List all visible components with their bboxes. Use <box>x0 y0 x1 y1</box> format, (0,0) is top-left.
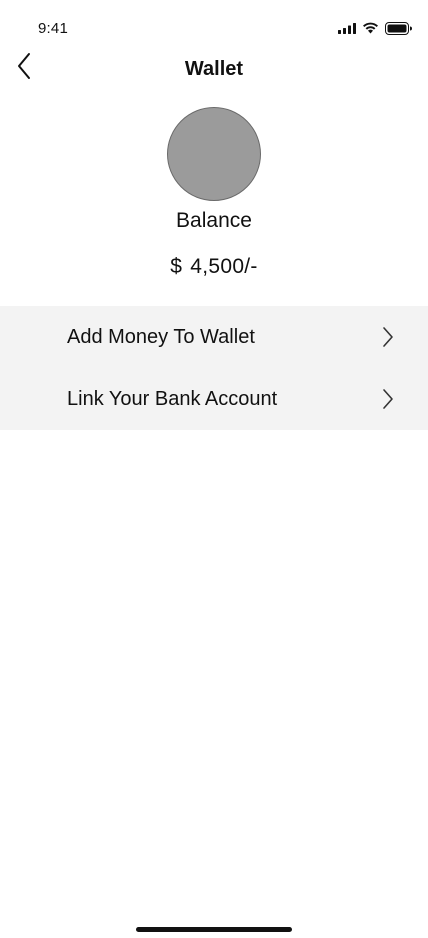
chevron-right-icon <box>380 387 396 411</box>
status-icons <box>338 20 412 36</box>
avatar <box>167 107 261 201</box>
link-bank-account-button[interactable]: Link Your Bank Account <box>0 368 428 430</box>
home-indicator[interactable] <box>136 927 292 932</box>
page-title: Wallet <box>184 58 244 80</box>
nav-bar: Wallet <box>0 50 428 90</box>
link-bank-account-label: Link Your Bank Account <box>67 387 278 410</box>
wifi-icon <box>362 22 379 34</box>
chevron-right-icon <box>380 325 396 349</box>
add-money-label: Add Money To Wallet <box>67 325 255 348</box>
add-money-button[interactable]: Add Money To Wallet <box>0 306 428 368</box>
balance-currency: $ <box>170 255 183 278</box>
battery-icon <box>385 21 412 35</box>
balance-amount: $4,500/- <box>0 255 428 279</box>
cellular-signal-icon <box>338 22 356 34</box>
balance-value: 4,500/- <box>190 255 258 278</box>
status-time: 9:41 <box>38 20 68 37</box>
balance-label: Balance <box>176 209 252 232</box>
wallet-options-list: Add Money To Wallet Link Your Bank Accou… <box>0 306 428 430</box>
status-bar: 9:41 <box>0 0 428 52</box>
